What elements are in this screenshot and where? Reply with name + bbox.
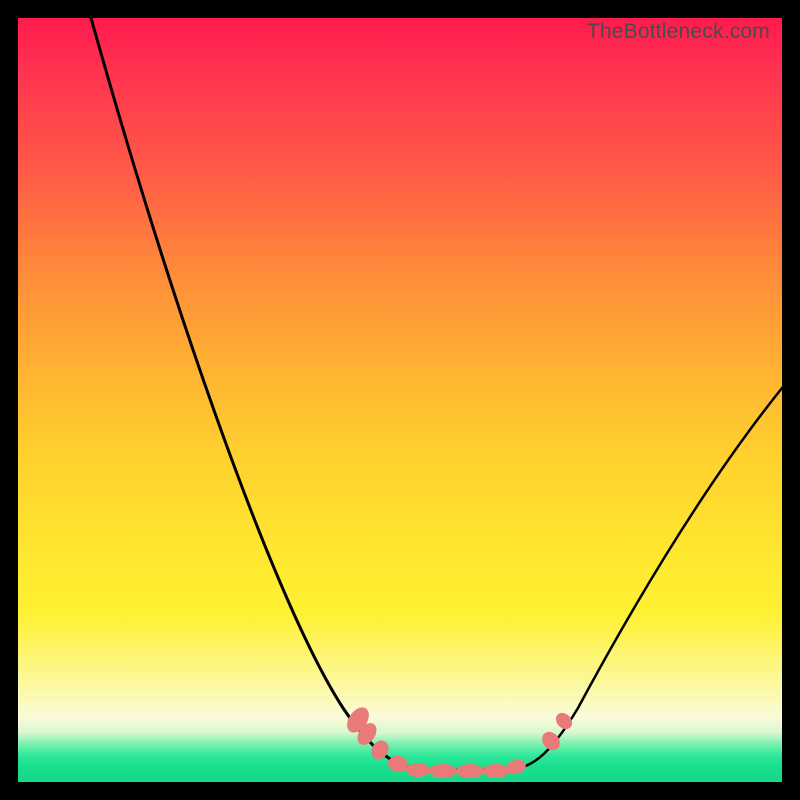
chart-plot-area: TheBottleneck.com [18,18,782,782]
series-group [91,18,782,770]
valley-marker-9 [538,728,563,754]
valley-marker-4 [406,763,430,777]
valley-marker-6 [456,764,484,778]
chart-svg [18,18,782,782]
valley-marker-5 [429,764,457,778]
chart-frame: TheBottleneck.com [0,0,800,800]
valley-marker-7 [483,764,509,778]
series-right-curve [503,388,782,770]
markers-group [343,703,576,778]
series-left-curve [91,18,430,770]
